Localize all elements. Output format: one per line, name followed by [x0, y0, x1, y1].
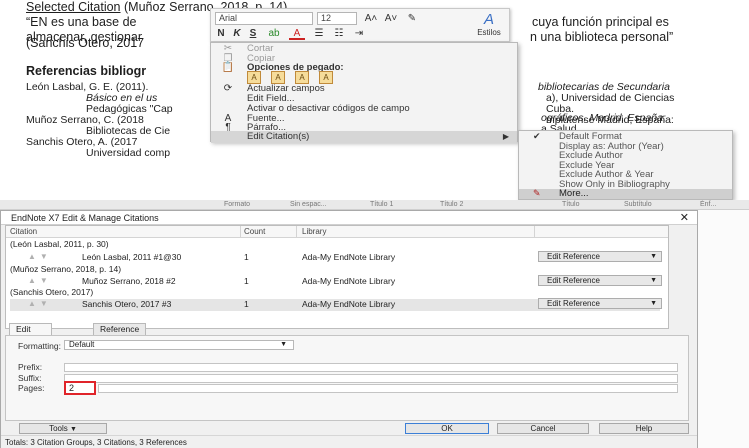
column-header-library[interactable]: Library: [302, 227, 326, 236]
citation-cell: Sanchis Otero, 2017 #3: [82, 299, 172, 309]
library-cell: Ada-My EndNote Library: [302, 299, 396, 309]
suffix-label: Suffix:: [18, 373, 42, 383]
grow-font-button[interactable]: A˄: [363, 12, 379, 25]
ribbon-style-titulo-2[interactable]: Título 2: [440, 201, 463, 208]
reorder-arrows-icon[interactable]: ▲▼: [28, 299, 52, 308]
selected-citation-text[interactable]: Selected Citation: [26, 0, 121, 14]
column-header-count[interactable]: Count: [244, 227, 265, 236]
submenu-more[interactable]: ✎ More...: [519, 188, 732, 199]
check-icon: ✔: [533, 131, 541, 141]
ribbon-style-titulo[interactable]: Título: [562, 201, 580, 208]
prefix-label: Prefix:: [18, 362, 43, 372]
submenu-show-only-bibliography[interactable]: Show Only in Bibliography: [519, 179, 732, 190]
edit-citation-panel: Formatting: Default ▼ Prefix: Suffix: Pa…: [5, 335, 689, 421]
column-divider: [534, 226, 535, 238]
ref-3-line-b: Universidad comp: [86, 147, 171, 159]
dialog-title: EndNote X7 Edit & Manage Citations: [11, 213, 159, 223]
submenu-arrow-icon: ▶: [502, 132, 509, 141]
doc-line-3-right: n una biblioteca personal”: [530, 30, 674, 44]
ribbon-style-sin-espacio[interactable]: Sin espac...: [290, 201, 327, 208]
count-cell: 1: [244, 276, 249, 286]
pages-input-extension: [98, 384, 678, 393]
citation-group-label: (León Lasbal, 2011, p. 30): [10, 239, 109, 249]
context-menu: ✂ Cortar ❐ Copiar 📋 Opciones de pegado: …: [210, 42, 518, 143]
edit-reference-button[interactable]: Edit Reference ▼: [538, 251, 662, 262]
ribbon-style-formato[interactable]: Formato: [224, 201, 250, 208]
reorder-arrows-icon[interactable]: ▲▼: [28, 276, 52, 285]
chevron-down-icon: ▼: [280, 341, 287, 348]
italic-button[interactable]: K: [231, 27, 243, 40]
endnote-icon: ✎: [533, 188, 541, 198]
doc-line-2-right: cuya función principal es: [532, 15, 669, 29]
tools-button[interactable]: Tools ▼: [19, 423, 107, 434]
grid-header: Citation Count Library: [6, 226, 668, 238]
ribbon-style-titulo-1[interactable]: Título 1: [370, 201, 393, 208]
submenu-display-author-year[interactable]: Display as: Author (Year): [519, 141, 732, 152]
format-painter-icon[interactable]: ✎: [405, 12, 419, 25]
citation-group-label: (Muñoz Serrano, 2018, p. 14): [10, 264, 122, 274]
tab-edit-citation[interactable]: Edit Citation: [9, 323, 52, 345]
doc-line-2-left: “EN es una base de: [26, 15, 137, 29]
dropdown-arrow-icon: ▼: [650, 277, 657, 284]
ribbon-style-subtitulo[interactable]: Subtítulo: [624, 201, 652, 208]
dialog-titlebar[interactable]: EndNote X7 Edit & Manage Citations ✕: [1, 211, 697, 225]
dropdown-arrow-icon: ▼: [650, 300, 657, 307]
count-cell: 1: [244, 252, 249, 262]
clipboard-icon: 📋: [221, 62, 235, 73]
font-size-box[interactable]: 12: [317, 12, 357, 25]
reorder-arrows-icon[interactable]: ▲▼: [28, 252, 52, 261]
ribbon-style-strip: Formato Sin espac... Título 1 Título 2 T…: [0, 200, 749, 210]
shrink-font-button[interactable]: A˅: [383, 12, 399, 25]
formatting-select[interactable]: Default ▼: [64, 340, 294, 350]
suffix-input[interactable]: [64, 374, 678, 383]
endnote-edit-citations-dialog: EndNote X7 Edit & Manage Citations ✕ Cit…: [0, 210, 698, 448]
citation-row[interactable]: ▲▼ León Lasbal, 2011 #1@30 1 Ada-My EndN…: [10, 251, 662, 264]
citation-row[interactable]: ▲▼ Muñoz Serrano, 2018 #2 1 Ada-My EndNo…: [10, 275, 662, 288]
citations-grid: Citation Count Library (León Lasbal, 201…: [5, 225, 669, 329]
dropdown-arrow-icon: ▼: [650, 253, 657, 260]
cancel-button[interactable]: Cancel: [497, 423, 589, 434]
submenu-exclude-author[interactable]: Exclude Author: [519, 151, 732, 161]
prefix-input[interactable]: [64, 363, 678, 372]
font-name-box[interactable]: Arial: [215, 12, 313, 25]
ok-button[interactable]: OK: [405, 423, 489, 434]
library-cell: Ada-My EndNote Library: [302, 276, 396, 286]
close-icon[interactable]: ✕: [680, 211, 689, 225]
pages-input[interactable]: 2: [64, 381, 96, 395]
column-divider: [240, 226, 241, 238]
column-header-citation[interactable]: Citation: [10, 227, 37, 236]
formatting-label: Formatting:: [18, 341, 61, 351]
bold-button[interactable]: N: [215, 27, 227, 40]
help-button[interactable]: Help: [599, 423, 689, 434]
styles-label: Estilos: [477, 28, 501, 37]
pages-label: Pages:: [18, 383, 45, 393]
dialog-status-bar: Totals: 3 Citation Groups, 3 Citations, …: [1, 435, 697, 448]
citation-row-selected[interactable]: ▲▼ Sanchis Otero, 2017 #3 1 Ada-My EndNo…: [10, 298, 662, 311]
tab-reference[interactable]: Reference: [93, 323, 147, 335]
styles-icon: A: [483, 11, 494, 28]
citation-cell: León Lasbal, 2011 #1@30: [82, 252, 182, 262]
numbering-icon[interactable]: ☷: [331, 27, 347, 40]
font-color-icon[interactable]: A: [289, 27, 305, 40]
edit-reference-button[interactable]: Edit Reference ▼: [538, 275, 662, 286]
styles-button[interactable]: A Estilos: [469, 11, 509, 41]
mini-toolbar: Arial 12 A˄ A˅ ✎ N K S ab A ☰ ☷ ⇥ A Esti…: [210, 8, 510, 42]
citation-group-label: (Sanchis Otero, 2017): [10, 287, 94, 297]
ribbon-style-enfasis[interactable]: Énf...: [700, 201, 716, 208]
count-cell: 1: [244, 299, 249, 309]
background-gutter: [698, 210, 749, 448]
menu-item-edit-citations[interactable]: Edit Citation(s) ▶: [211, 131, 517, 143]
dropdown-arrow-icon: ▼: [69, 426, 77, 433]
underline-button[interactable]: S: [247, 27, 259, 40]
doc-line-4: (Sanchis Otero, 2017: [26, 36, 145, 50]
edit-citation-submenu: ✔ Default Format Display as: Author (Yea…: [518, 130, 733, 200]
column-divider: [296, 226, 297, 238]
references-heading: Referencias bibliogr: [26, 64, 147, 78]
library-cell: Ada-My EndNote Library: [302, 252, 396, 262]
indent-icon[interactable]: ⇥: [351, 27, 367, 40]
highlight-icon[interactable]: ab: [265, 27, 283, 40]
edit-reference-button[interactable]: Edit Reference ▼: [538, 298, 662, 309]
bullets-icon[interactable]: ☰: [311, 27, 327, 40]
citation-cell: Muñoz Serrano, 2018 #2: [82, 276, 176, 286]
